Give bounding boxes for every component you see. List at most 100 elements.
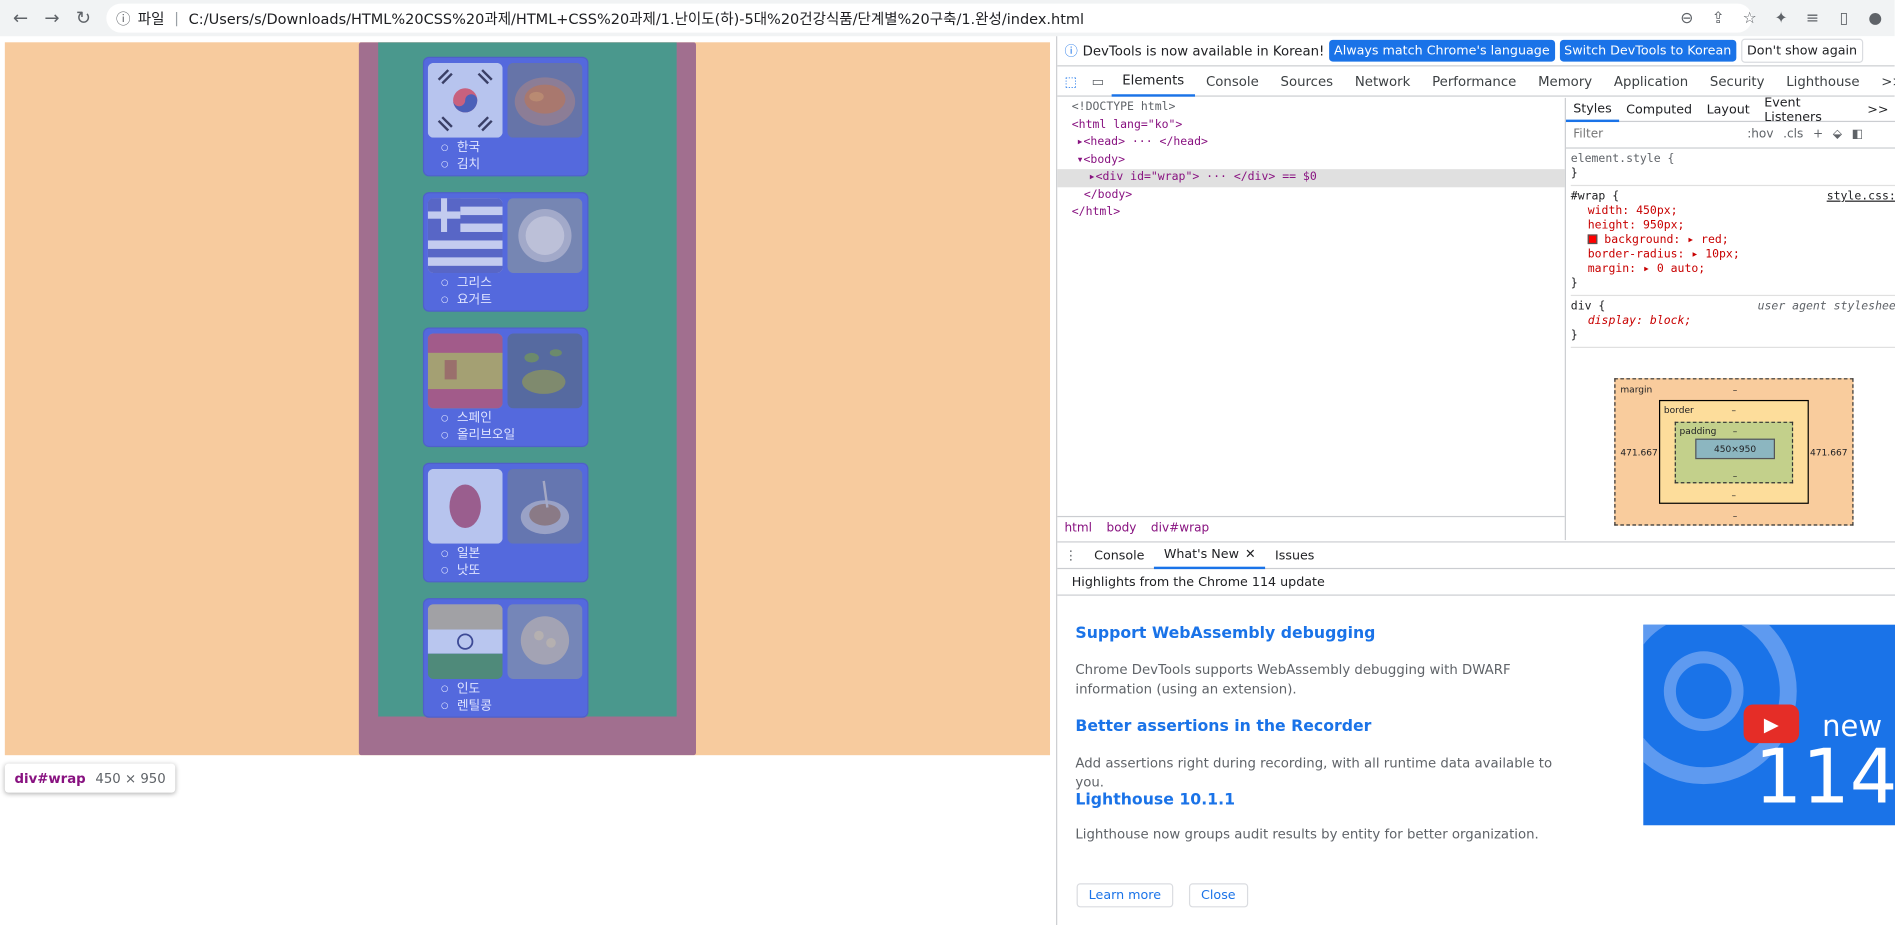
margin-left[interactable]: 471.667 <box>1620 447 1657 458</box>
food-card: 그리스 요거트 <box>422 192 589 312</box>
dom-html-close[interactable]: </html> <box>1057 204 1564 222</box>
dont-show-again-button[interactable]: Don't show again <box>1740 38 1864 63</box>
dom-doctype[interactable]: <!DOCTYPE html> <box>1057 99 1564 117</box>
cls-toggle[interactable]: .cls <box>1783 128 1803 141</box>
more-panes-button[interactable]: >> <box>1860 97 1895 121</box>
spain-flag-icon <box>427 333 503 409</box>
close-button[interactable]: Close <box>1188 883 1248 908</box>
tab-styles[interactable]: Styles <box>1565 97 1619 122</box>
inspect-element-icon[interactable]: ⬚ <box>1057 73 1084 89</box>
japan-flag-icon <box>427 468 503 544</box>
video-version-label: 114 <box>1754 732 1895 821</box>
country-name: 인도 <box>441 681 492 698</box>
forward-icon[interactable]: → <box>36 2 67 33</box>
media-icon[interactable]: ≡ <box>1803 8 1822 27</box>
dom-div-wrap[interactable]: ▸<div id="wrap"> ··· </div> == $0 <box>1057 169 1565 187</box>
whats-new-header: Highlights from the Chrome 114 update <box>1057 569 1895 596</box>
css-margin[interactable]: margin: ▸ 0 auto; <box>1571 262 1895 276</box>
breadcrumb-div-wrap[interactable]: div#wrap <box>1151 522 1209 535</box>
tab-elements[interactable]: Elements <box>1111 66 1196 97</box>
switch-to-korean-button[interactable]: Switch DevTools to Korean <box>1559 39 1737 62</box>
css-background[interactable]: background: ▸ red; <box>1571 233 1895 247</box>
css-width[interactable]: width: 450px; <box>1571 204 1895 218</box>
more-tabs-button[interactable]: >> <box>1870 66 1895 96</box>
screen: ← → ↻ ⓘ 파일 | C:/Users/s/Downloads/HTML%2… <box>0 0 1895 925</box>
video-thumbnail[interactable]: ▶ new 114 <box>1643 624 1895 826</box>
tab-security[interactable]: Security <box>1699 66 1775 96</box>
dom-html-open[interactable]: <html lang="ko"> <box>1057 117 1564 135</box>
profile-avatar-icon[interactable]: ● <box>1866 8 1885 27</box>
styles-filter-input[interactable] <box>1573 128 1743 142</box>
padding-bottom[interactable]: – <box>1733 470 1738 481</box>
new-rule-icon[interactable]: + <box>1813 128 1823 141</box>
food-name: 김치 <box>441 157 480 174</box>
rule-selector[interactable]: element.style { <box>1571 152 1895 166</box>
url-separator: | <box>174 9 180 27</box>
margin-right[interactable]: 471.667 <box>1810 447 1847 458</box>
tab-network[interactable]: Network <box>1344 66 1421 96</box>
tab-sources[interactable]: Sources <box>1270 66 1344 96</box>
tab-lighthouse[interactable]: Lighthouse <box>1775 66 1870 96</box>
device-toolbar-icon[interactable]: ▭ <box>1084 73 1111 89</box>
hov-toggle[interactable]: :hov <box>1747 128 1773 141</box>
margin-bottom[interactable]: – <box>1733 510 1738 521</box>
expand-triangle-icon[interactable]: ▸ <box>1077 135 1084 148</box>
close-icon[interactable]: ✕ <box>1245 547 1256 561</box>
drawer-tab-console[interactable]: Console <box>1084 542 1154 569</box>
address-bar[interactable]: ⓘ 파일 | C:/Users/s/Downloads/HTML%20CSS%2… <box>106 3 1753 33</box>
color-swatch[interactable] <box>1587 234 1598 245</box>
tooltip-tag: div#wrap <box>14 770 86 786</box>
tab-computed[interactable]: Computed <box>1619 97 1699 121</box>
reload-icon[interactable]: ↻ <box>68 2 99 33</box>
tooltip-size: 450 × 950 <box>95 770 166 786</box>
drawer-tab-issues[interactable]: Issues <box>1265 542 1324 569</box>
padding-top[interactable]: – <box>1733 425 1738 436</box>
border-top[interactable]: – <box>1731 405 1736 416</box>
card-list: 한국 김치 <box>441 140 480 174</box>
breadcrumb-html[interactable]: html <box>1065 522 1093 535</box>
paint-icon[interactable]: ⬙ <box>1833 128 1842 141</box>
feature-title-link[interactable]: Lighthouse 10.1.1 <box>1075 791 1235 809</box>
card-list: 스페인 올리브오일 <box>441 411 515 445</box>
devtools-tabbar: ⬚ ▭ Elements Console Sources Network Per… <box>1057 66 1895 97</box>
dom-head[interactable]: ▸<head> ··· </head> <box>1057 134 1564 152</box>
tab-memory[interactable]: Memory <box>1527 66 1603 96</box>
side-panel-icon[interactable]: ▯ <box>1834 8 1853 27</box>
feature-title-link[interactable]: Support WebAssembly debugging <box>1075 625 1375 643</box>
margin-top[interactable]: – <box>1733 384 1738 395</box>
border-bottom[interactable]: – <box>1731 489 1736 500</box>
css-border-radius[interactable]: border-radius: ▸ 10px; <box>1571 248 1895 262</box>
css-height[interactable]: height: 950px; <box>1571 219 1895 233</box>
extensions-icon[interactable]: ✦ <box>1771 8 1790 27</box>
collapse-triangle-icon[interactable]: ▾ <box>1077 153 1084 166</box>
dom-body-open[interactable]: ▾<body> <box>1057 152 1564 170</box>
share-icon[interactable]: ⇪ <box>1709 8 1728 27</box>
card-list: 일본 낫또 <box>441 546 480 580</box>
info-icon[interactable]: ⓘ <box>116 8 131 29</box>
food-name: 렌틸콩 <box>441 698 492 715</box>
dom-body-close[interactable]: </body> <box>1057 187 1564 205</box>
tab-event-listeners[interactable]: Event Listeners <box>1757 95 1860 124</box>
back-icon[interactable]: ← <box>5 2 36 33</box>
breadcrumb-body[interactable]: body <box>1107 522 1137 535</box>
rule-source-link[interactable]: style.css: <box>1827 190 1895 204</box>
drawer-tab-whats-new[interactable]: What's New ✕ <box>1154 542 1266 569</box>
box-model-content[interactable]: 450×950 <box>1695 438 1775 460</box>
always-match-language-button[interactable]: Always match Chrome's language <box>1329 39 1555 62</box>
devtools-panel: ⓘ DevTools is now available in Korean! A… <box>1056 36 1895 925</box>
styles-pane: Styles Computed Layout Event Listeners >… <box>1564 95 1895 541</box>
tab-console[interactable]: Console <box>1195 66 1270 96</box>
tab-performance[interactable]: Performance <box>1421 66 1527 96</box>
expand-triangle-icon[interactable]: ▸ <box>1089 170 1096 183</box>
sidebar-toggle-icon[interactable]: ◧ <box>1852 128 1863 141</box>
css-rules: element.style { } #wrap { style.css: wid… <box>1566 149 1895 348</box>
toolbar-icons: ⊖ ⇪ ☆ ✦ ≡ ▯ ● <box>1677 4 1894 33</box>
tab-application[interactable]: Application <box>1603 66 1699 96</box>
india-flag-icon <box>427 604 503 680</box>
zoom-icon[interactable]: ⊖ <box>1677 8 1696 27</box>
drawer-menu-icon[interactable]: ⋮ <box>1057 548 1084 562</box>
bookmark-star-icon[interactable]: ☆ <box>1740 8 1759 27</box>
feature-title-link[interactable]: Better assertions in the Recorder <box>1075 718 1371 736</box>
tab-layout[interactable]: Layout <box>1699 97 1757 121</box>
learn-more-button[interactable]: Learn more <box>1076 883 1174 908</box>
